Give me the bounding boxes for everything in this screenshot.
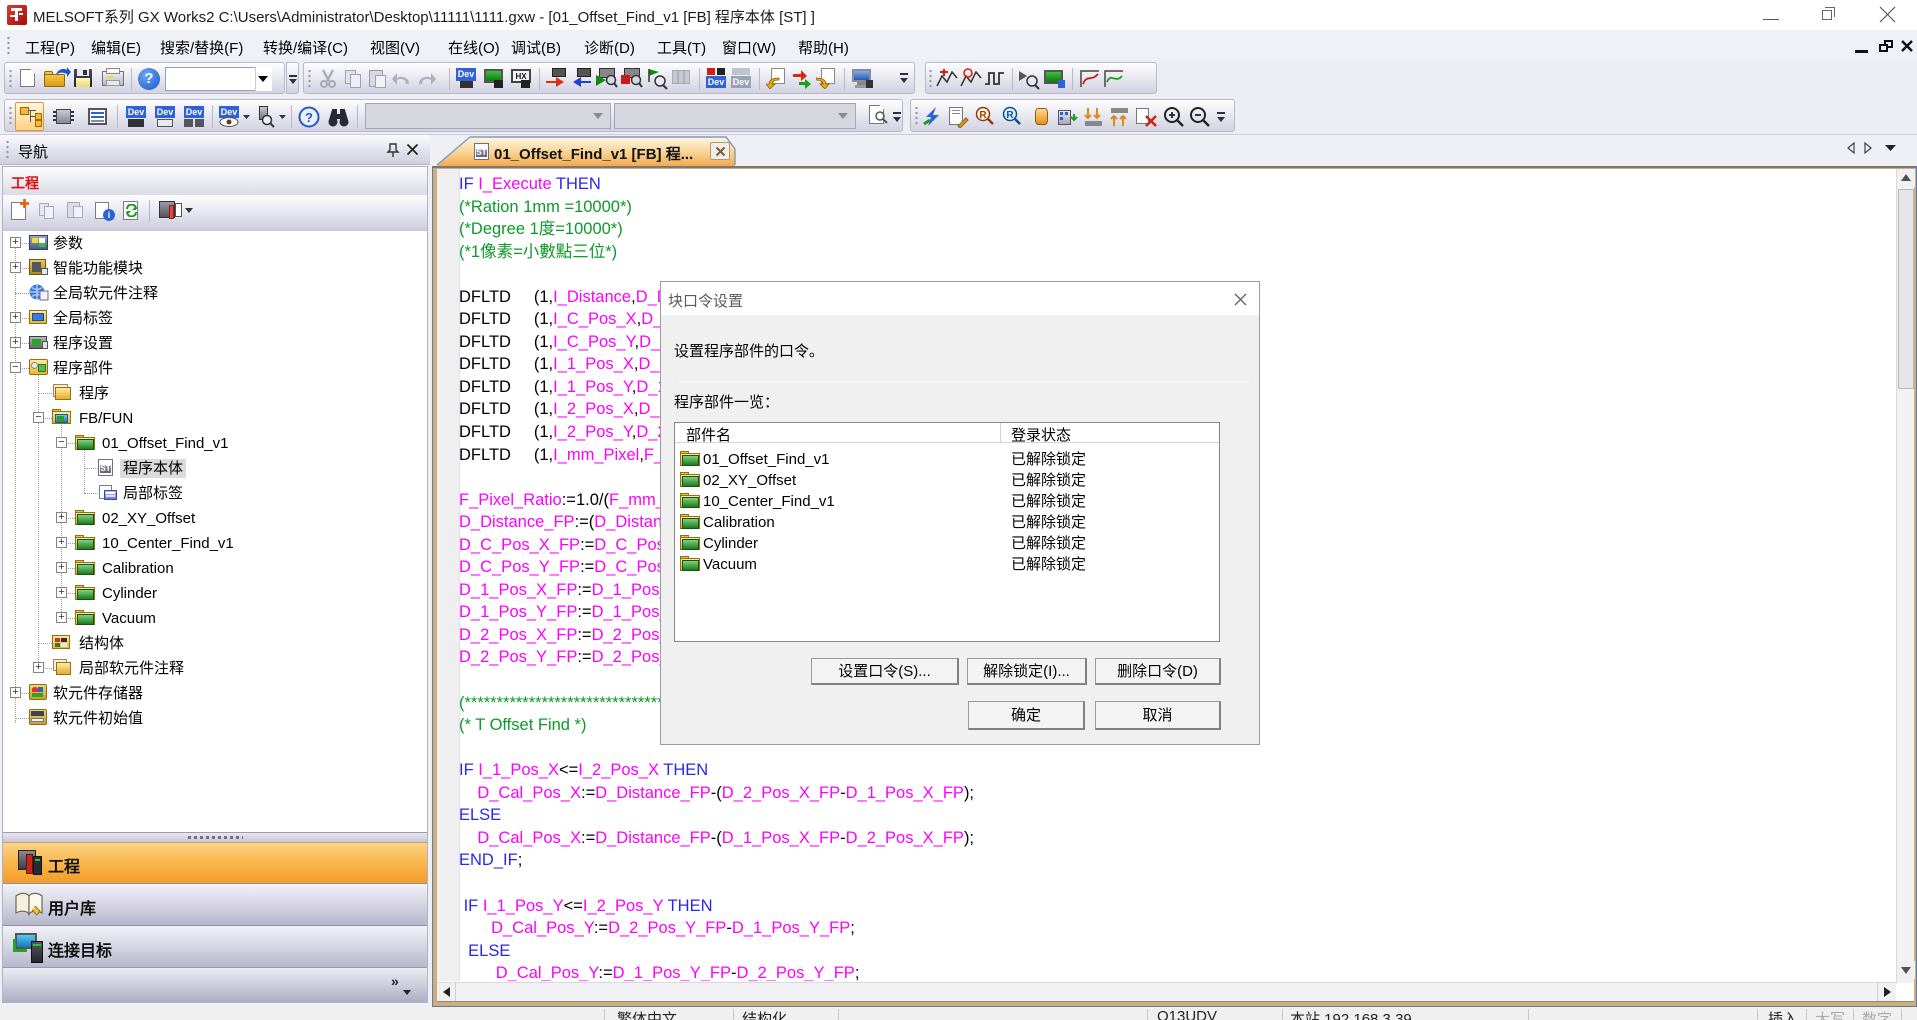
- svg-text:?: ?: [305, 110, 313, 125]
- svg-text:R: R: [1006, 110, 1014, 121]
- svg-text:R: R: [979, 110, 987, 121]
